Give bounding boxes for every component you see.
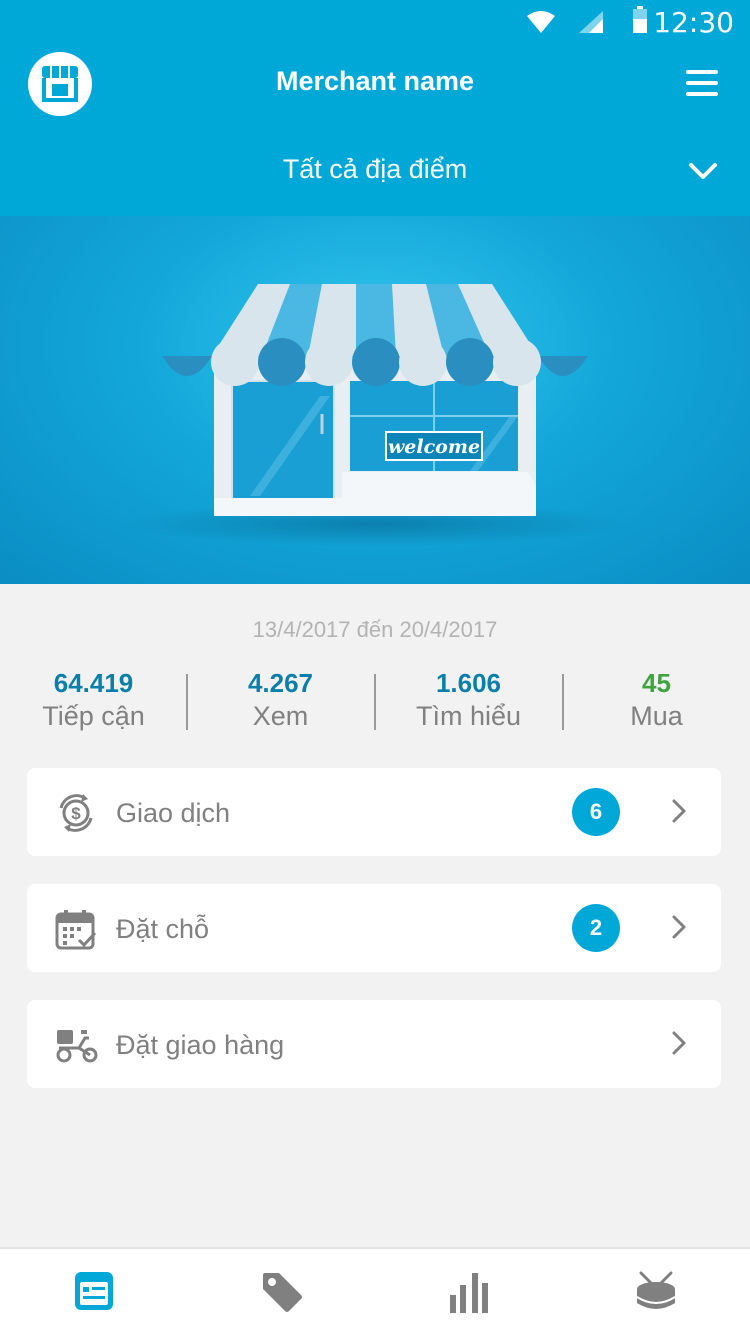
stat-purchases[interactable]: 45 Mua: [563, 668, 750, 732]
bottom-nav: [0, 1247, 750, 1334]
stat-label: Xem: [252, 701, 309, 731]
date-range: 13/4/2017 đến 20/4/2017: [252, 617, 498, 642]
stat-views[interactable]: 4.267 Xem: [187, 668, 374, 732]
card-label: Giao dịch: [116, 798, 231, 828]
stat-label: Mua: [630, 701, 683, 731]
stat-interest[interactable]: 1.606 Tìm hiểu: [375, 668, 562, 732]
bar-chart-icon: [450, 1273, 488, 1313]
drum-icon: [636, 1271, 676, 1309]
chevron-down-icon: [689, 163, 717, 179]
count-badge: 6: [572, 788, 620, 836]
stat-value: 1.606: [435, 668, 502, 698]
delivery-card[interactable]: Đặt giao hàng: [27, 1000, 721, 1088]
stat-label: Tìm hiểu: [415, 701, 522, 731]
transactions-card[interactable]: $ Giao dịch 6: [27, 768, 721, 856]
nav-dashboard[interactable]: [0, 1249, 187, 1334]
tag-icon: [263, 1273, 302, 1312]
stat-label: Tiếp cận: [42, 701, 145, 731]
nav-reports[interactable]: [374, 1249, 561, 1334]
stat-value: 45: [642, 668, 671, 698]
card-label: Đặt chỗ: [116, 914, 210, 944]
stat-value: 4.267: [247, 668, 314, 698]
location-label: Tất cả địa điểm: [282, 154, 468, 184]
clock: 12:30: [653, 6, 734, 39]
status-bar: 12:30: [0, 0, 750, 44]
card-label: Đặt giao hàng: [116, 1030, 285, 1060]
delivery-motorbike-icon: [56, 1030, 98, 1063]
chevron-right-icon: [672, 1031, 686, 1055]
dashboard-icon: [75, 1272, 113, 1310]
svg-text:$: $: [71, 804, 81, 823]
nav-announcements[interactable]: [561, 1249, 748, 1334]
wifi-icon: [527, 11, 555, 33]
chevron-right-icon: [672, 799, 686, 823]
nav-promotions[interactable]: [187, 1249, 374, 1334]
stat-reach[interactable]: 64.419 Tiếp cận: [0, 668, 187, 732]
store-illustration: welcome: [0, 216, 750, 584]
hamburger-menu-icon[interactable]: [686, 70, 718, 96]
app-header: 12:30 Merchant name Tất cả địa điểm: [0, 0, 750, 216]
storefront-illustration: welcome: [125, 284, 625, 546]
welcome-sign: welcome: [388, 436, 480, 458]
cell-signal-icon: [579, 11, 603, 33]
calendar-check-icon: [55, 910, 97, 950]
reservations-card[interactable]: Đặt chỗ 2: [27, 884, 721, 972]
chevron-right-icon: [672, 915, 686, 939]
battery-icon: [633, 6, 647, 33]
merchant-name: Merchant name: [275, 66, 475, 96]
count-badge: 2: [572, 904, 620, 952]
location-dropdown[interactable]: Tất cả địa điểm: [0, 140, 750, 200]
stat-value: 64.419: [53, 668, 134, 698]
money-exchange-icon: $: [59, 794, 93, 832]
stats-row: 64.419 Tiếp cận 4.267 Xem 1.606 Tìm hiểu…: [0, 668, 750, 734]
